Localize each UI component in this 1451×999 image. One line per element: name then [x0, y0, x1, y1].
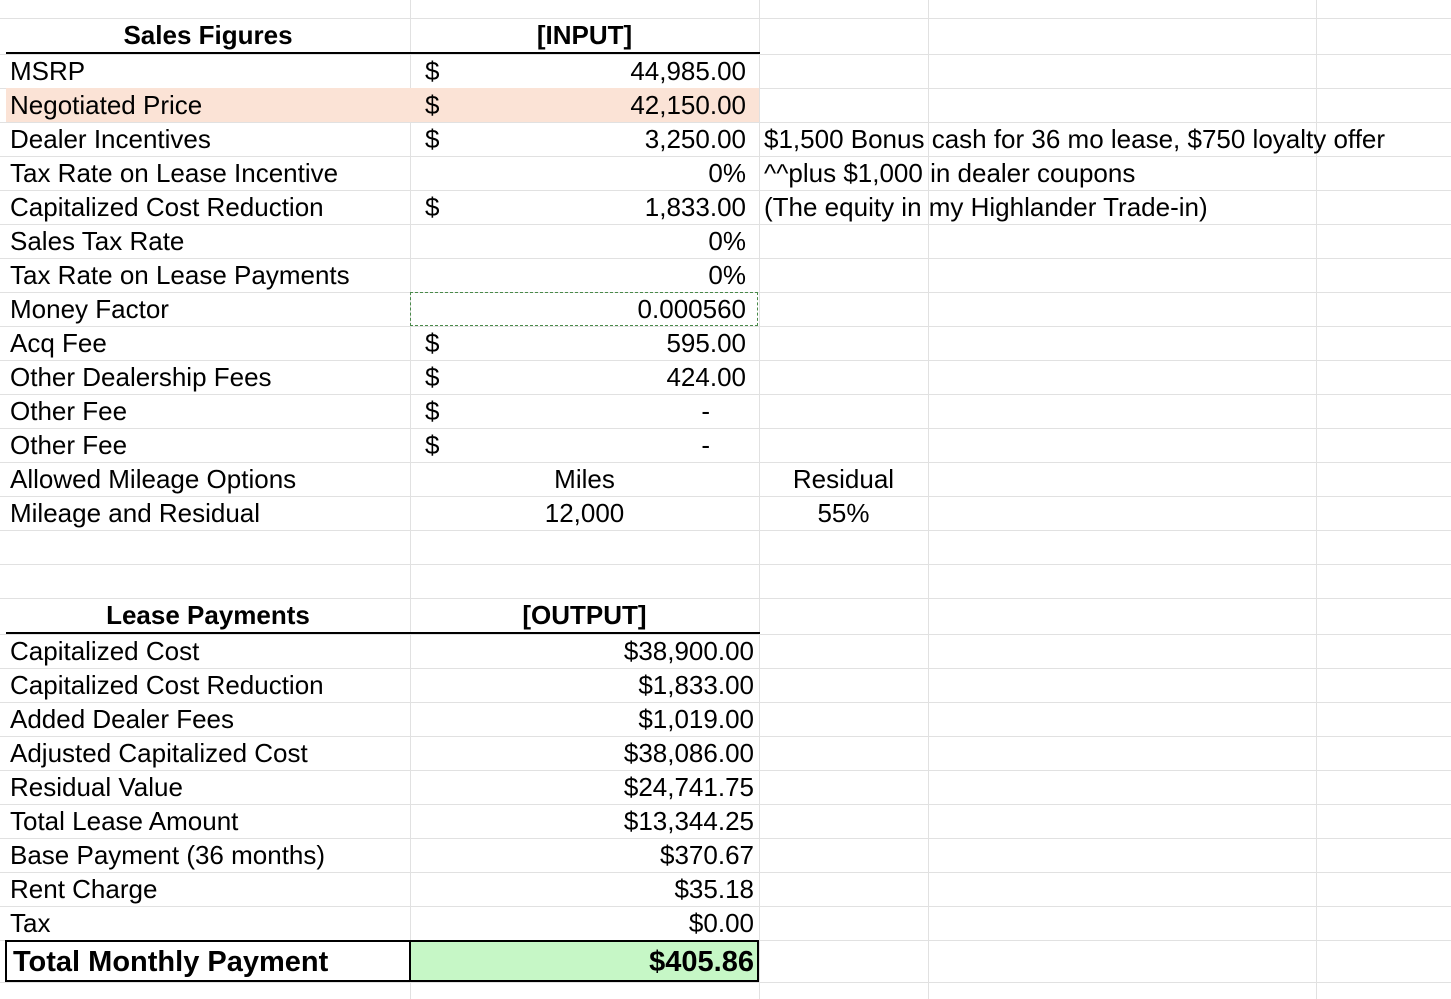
- row-label[interactable]: Other Fee: [10, 394, 127, 428]
- money-factor-value[interactable]: 0.000560: [638, 292, 746, 326]
- miles-value[interactable]: 12,000: [410, 496, 759, 530]
- row-value[interactable]: $13,344.25: [624, 804, 754, 838]
- row-value[interactable]: $1,833.00: [638, 668, 754, 702]
- row-label[interactable]: Negotiated Price: [10, 88, 202, 122]
- total-row-divider: [409, 940, 411, 982]
- total-monthly-payment-label[interactable]: Total Monthly Payment: [13, 944, 328, 980]
- row-value[interactable]: $38,900.00: [624, 634, 754, 668]
- residual-value[interactable]: 55%: [759, 496, 928, 530]
- row-label[interactable]: Other Fee: [10, 428, 127, 462]
- row-value[interactable]: 0%: [708, 156, 746, 190]
- miles-header[interactable]: Miles: [410, 462, 759, 496]
- row-label[interactable]: Capitalized Cost Reduction: [10, 668, 324, 702]
- row-value[interactable]: 44,985.00: [630, 54, 746, 88]
- row-label[interactable]: Capitalized Cost Reduction: [10, 190, 324, 224]
- row-note[interactable]: $1,500 Bonus cash for 36 mo lease, $750 …: [764, 122, 1385, 156]
- row-label[interactable]: Adjusted Capitalized Cost: [10, 736, 308, 770]
- row-label[interactable]: Tax: [10, 906, 50, 940]
- currency-symbol: $: [425, 90, 440, 120]
- row-value[interactable]: $38,086.00: [624, 736, 754, 770]
- row-value[interactable]: 3,250.00: [645, 122, 746, 156]
- row-value[interactable]: 424.00: [666, 360, 746, 394]
- row-label[interactable]: Mileage and Residual: [10, 496, 260, 530]
- row-value[interactable]: -: [701, 394, 710, 428]
- row-value[interactable]: $1,019.00: [638, 702, 754, 736]
- gridline: [0, 982, 1451, 983]
- row-value[interactable]: 595.00: [666, 326, 746, 360]
- row-label[interactable]: Base Payment (36 months): [10, 838, 325, 872]
- row-label[interactable]: Residual Value: [10, 770, 183, 804]
- gridline: [0, 530, 1451, 531]
- currency-symbol: $: [425, 328, 440, 358]
- row-value[interactable]: $24,741.75: [624, 770, 754, 804]
- row-value[interactable]: -: [701, 428, 710, 462]
- row-value[interactable]: 42,150.00: [630, 88, 746, 122]
- gridline: [0, 564, 1451, 565]
- row-value[interactable]: $35.18: [674, 872, 754, 906]
- sales-figures-header: Sales Figures: [123, 20, 293, 50]
- row-value[interactable]: 0%: [708, 224, 746, 258]
- row-note[interactable]: (The equity in my Highlander Trade-in): [764, 190, 1208, 224]
- currency-symbol: $: [425, 362, 440, 392]
- row-label[interactable]: Added Dealer Fees: [10, 702, 234, 736]
- row-note[interactable]: ^^plus $1,000 in dealer coupons: [764, 156, 1135, 190]
- total-monthly-payment-value[interactable]: $405.86: [649, 944, 754, 980]
- row-label[interactable]: Other Dealership Fees: [10, 360, 272, 394]
- row-label[interactable]: Money Factor: [10, 292, 169, 326]
- row-value[interactable]: $0.00: [689, 906, 754, 940]
- currency-symbol: $: [425, 430, 440, 460]
- residual-header[interactable]: Residual: [759, 462, 928, 496]
- row-label[interactable]: Total Lease Amount: [10, 804, 238, 838]
- currency-symbol: $: [425, 396, 440, 426]
- row-value[interactable]: $370.67: [660, 838, 754, 872]
- row-label[interactable]: Tax Rate on Lease Incentive: [10, 156, 338, 190]
- row-label[interactable]: Rent Charge: [10, 872, 157, 906]
- currency-symbol: $: [425, 124, 440, 154]
- row-label[interactable]: Dealer Incentives: [10, 122, 211, 156]
- input-header: [INPUT]: [536, 20, 633, 50]
- row-label[interactable]: Tax Rate on Lease Payments: [10, 258, 350, 292]
- currency-symbol: $: [425, 192, 440, 222]
- row-value[interactable]: 1,833.00: [645, 190, 746, 224]
- row-label[interactable]: Acq Fee: [10, 326, 107, 360]
- row-label[interactable]: Capitalized Cost: [10, 634, 199, 668]
- row-label[interactable]: Allowed Mileage Options: [10, 462, 296, 496]
- currency-symbol: $: [425, 56, 440, 86]
- gridline: [0, 394, 1451, 395]
- output-header: [OUTPUT]: [522, 600, 647, 630]
- lease-payments-header: Lease Payments: [106, 600, 310, 630]
- row-label[interactable]: Sales Tax Rate: [10, 224, 184, 258]
- row-label[interactable]: MSRP: [10, 54, 85, 88]
- row-value[interactable]: 0%: [708, 258, 746, 292]
- gridline: [0, 428, 1451, 429]
